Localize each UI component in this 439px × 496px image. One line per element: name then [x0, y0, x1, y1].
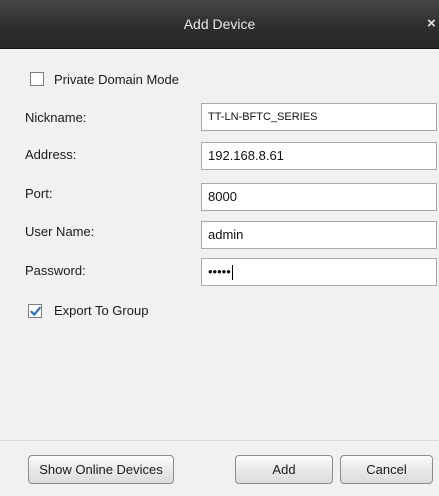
add-device-dialog: Add Device × Private Domain Mode Nicknam… — [0, 0, 439, 496]
footer-divider — [0, 440, 439, 441]
username-field[interactable]: admin — [201, 221, 437, 249]
close-icon[interactable]: × — [427, 14, 439, 34]
address-label: Address: — [25, 147, 77, 162]
show-online-devices-button[interactable]: Show Online Devices — [28, 455, 174, 484]
add-button[interactable]: Add — [235, 455, 333, 484]
checkmark-icon — [30, 306, 41, 316]
private-domain-checkbox[interactable] — [30, 72, 44, 86]
export-group-checkbox[interactable] — [28, 304, 42, 318]
port-field[interactable]: 8000 — [201, 183, 437, 211]
password-label: Password: — [25, 263, 86, 278]
password-value: ••••• — [208, 264, 231, 279]
text-caret — [231, 265, 233, 281]
nickname-field[interactable]: TT-LN-BFTC_SERIES — [201, 103, 437, 131]
password-field[interactable]: ••••• — [201, 258, 437, 286]
export-group-label[interactable]: Export To Group — [54, 303, 148, 318]
username-label: User Name: — [25, 224, 95, 239]
port-label: Port: — [25, 186, 53, 201]
dialog-title: Add Device — [183, 16, 256, 32]
title-bar[interactable]: Add Device × — [0, 0, 439, 49]
nickname-label: Nickname: — [25, 110, 87, 125]
cancel-button[interactable]: Cancel — [340, 455, 433, 484]
address-field[interactable]: 192.168.8.61 — [201, 142, 437, 170]
private-domain-label[interactable]: Private Domain Mode — [54, 72, 179, 87]
